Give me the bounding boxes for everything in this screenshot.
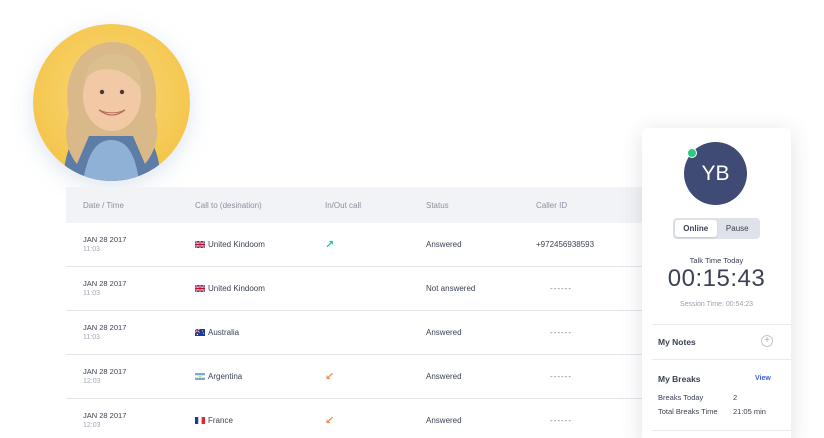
session-time: Session Time: 00:54:23 [679, 301, 754, 308]
row-date: JAN 28 2017 [83, 234, 127, 244]
row-date-time: JAN 28 2017 11:03 [83, 279, 126, 299]
row-status: Answered [426, 328, 462, 337]
uk-flag-icon [195, 241, 205, 248]
row-date: JAN 28 2017 [83, 366, 127, 376]
total-breaks-value: 21:05 min [733, 407, 766, 416]
talk-time-timer: 00:15:43 [667, 265, 766, 292]
online-status-dot [687, 148, 697, 158]
row-destination: Australia [195, 328, 239, 337]
row-country: France [208, 416, 233, 425]
row-time: 11:03 [83, 289, 100, 297]
header-in-out-call[interactable]: In/Out call [325, 201, 361, 210]
status-toggle: Online Pause [673, 218, 760, 239]
row-date-time: JAN 28 2017 12:03 [83, 411, 126, 431]
outgoing-call-icon: ↗ [325, 239, 335, 251]
table-row[interactable]: JAN 28 2017 11:03 United Kindoom Not ans… [66, 267, 666, 311]
table-row[interactable]: JAN 28 2017 12:03 Argentina ↙ Answered -… [66, 355, 666, 399]
breaks-today-value: 2 [733, 393, 738, 402]
table-row[interactable]: JAN 28 2017 12:03 France ↙ Answered ----… [66, 399, 666, 438]
row-country: United Kindoom [208, 240, 265, 249]
row-caller-id: ------ [550, 284, 572, 293]
incoming-call-icon: ↙ [325, 371, 335, 383]
row-country: United Kindoom [208, 284, 265, 293]
user-photo-image [63, 42, 161, 181]
row-time: 12:03 [83, 377, 101, 385]
header-date-time[interactable]: Date / Time [83, 201, 124, 210]
agent-status-panel: YB Online Pause Talk Time Today 00:15:43… [642, 128, 791, 438]
row-caller-id: ------ [550, 372, 572, 381]
argentina-flag-icon [195, 373, 205, 380]
row-date-time: JAN 28 2017 11:03 [83, 323, 126, 343]
row-time: 12:03 [83, 421, 101, 429]
pause-button[interactable]: Pause [717, 220, 759, 237]
table-row[interactable]: JAN 28 2017 11:03 United Kindoom ↗ Answe… [66, 223, 666, 267]
header-caller-id[interactable]: Caller ID [536, 201, 567, 210]
breaks-today-label: Breaks Today [658, 393, 704, 402]
add-note-icon[interactable]: + [761, 335, 773, 347]
view-breaks-link[interactable]: View [755, 375, 771, 382]
table-header: Date / Time Call to (desination) In/Out … [66, 187, 666, 223]
divider [652, 324, 791, 325]
total-breaks-label: Total Breaks Time [658, 407, 718, 416]
row-caller-id: ------ [550, 328, 572, 337]
row-destination: United Kindoom [195, 240, 265, 249]
incoming-call-icon: ↙ [325, 415, 335, 427]
table-row[interactable]: JAN 28 2017 11:03 Australia Answered ---… [66, 311, 666, 355]
uk-flag-icon [195, 285, 205, 292]
header-status[interactable]: Status [426, 201, 449, 210]
row-destination: United Kindoom [195, 284, 265, 293]
header-call-to[interactable]: Call to (desination) [195, 201, 262, 210]
row-date-time: JAN 28 2017 11:03 [83, 235, 126, 255]
row-caller-id: +972456938593 [536, 240, 595, 249]
my-breaks-title: My Breaks [658, 374, 701, 384]
online-button[interactable]: Online [675, 220, 717, 237]
row-country: Argentina [208, 372, 243, 381]
user-photo [33, 24, 190, 181]
my-notes-title: My Notes [658, 337, 696, 347]
row-destination: Argentina [195, 372, 242, 381]
row-date-time: JAN 28 2017 12:03 [83, 367, 126, 387]
row-date: JAN 28 2017 [83, 278, 127, 288]
row-status: Not answered [426, 284, 476, 293]
row-destination: France [195, 416, 233, 425]
row-status: Answered [426, 240, 462, 249]
row-time: 11:03 [83, 333, 100, 341]
divider [652, 430, 791, 431]
australia-flag-icon [195, 329, 205, 336]
row-time: 11:03 [83, 245, 100, 253]
call-log-table: Date / Time Call to (desination) In/Out … [66, 187, 666, 438]
talk-time-label: Talk Time Today [689, 256, 744, 265]
row-date: JAN 28 2017 [83, 410, 127, 420]
row-status: Answered [426, 372, 462, 381]
row-status: Answered [426, 416, 462, 425]
row-caller-id: ------ [550, 416, 572, 425]
row-date: JAN 28 2017 [83, 322, 127, 332]
divider [652, 359, 791, 360]
france-flag-icon [195, 417, 205, 424]
row-country: Australia [208, 328, 240, 337]
